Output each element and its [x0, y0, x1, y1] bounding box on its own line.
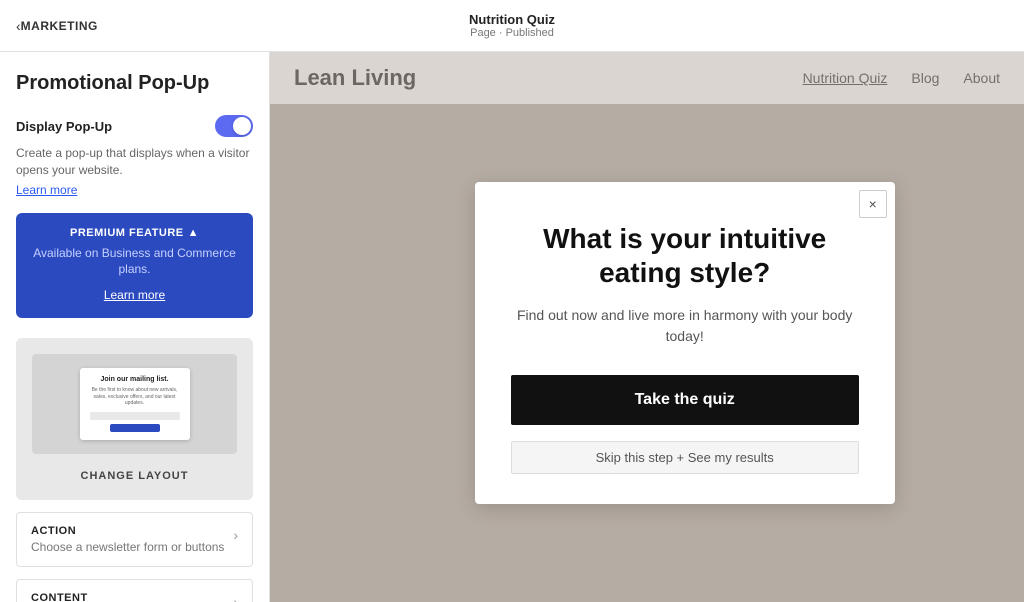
star-icon: ▲: [188, 227, 199, 239]
display-popup-label: Display Pop-Up: [16, 119, 112, 134]
popup-close-button[interactable]: ×: [859, 190, 887, 218]
popup-skip-link[interactable]: Skip this step + See my results: [511, 441, 859, 474]
popup-modal: × What is your intuitive eating style? F…: [475, 182, 895, 504]
sidebar: Promotional Pop-Up Display Pop-Up Create…: [0, 52, 270, 602]
back-label[interactable]: MARKETING: [21, 19, 98, 33]
layout-preview-inner: Join our mailing list. Be the first to k…: [32, 354, 237, 454]
action-chevron-icon: ›: [233, 527, 238, 543]
popup-heading: What is your intuitive eating style?: [511, 222, 859, 289]
action-section-desc: Choose a newsletter form or buttons: [31, 540, 224, 554]
content-section-title: CONTENT: [31, 592, 157, 602]
content-chevron-icon: ›: [233, 594, 238, 602]
main-layout: Promotional Pop-Up Display Pop-Up Create…: [0, 52, 1024, 602]
premium-banner-desc: Available on Business and Commerce plans…: [32, 245, 237, 279]
page-info: Nutrition Quiz Page · Published: [469, 12, 555, 39]
content-section[interactable]: CONTENT Add a headline and text ›: [16, 579, 253, 602]
premium-banner-title: PREMIUM FEATURE ▲: [32, 227, 237, 239]
sidebar-title: Promotional Pop-Up: [16, 72, 253, 95]
page-title: Nutrition Quiz: [469, 12, 555, 27]
mini-popup-input-preview: [90, 412, 180, 420]
content-section-content: CONTENT Add a headline and text: [31, 592, 157, 602]
action-section-title: ACTION: [31, 525, 224, 537]
display-popup-toggle[interactable]: [215, 115, 253, 137]
learn-more-link[interactable]: Learn more: [16, 183, 253, 197]
display-popup-row: Display Pop-Up: [16, 115, 253, 137]
top-bar: ‹ MARKETING Nutrition Quiz Page · Publis…: [0, 0, 1024, 52]
mini-popup-text: Be the first to know about new arrivals,…: [90, 387, 180, 407]
mini-popup-title: Join our mailing list.: [90, 376, 180, 383]
premium-learn-more-link[interactable]: Learn more: [104, 288, 165, 302]
layout-preview-container: Join our mailing list. Be the first to k…: [16, 338, 253, 500]
premium-banner: PREMIUM FEATURE ▲ Available on Business …: [16, 213, 253, 319]
display-popup-description: Create a pop-up that displays when a vis…: [16, 145, 253, 179]
preview-area: Lean Living Nutrition Quiz Blog About × …: [270, 52, 1024, 602]
popup-cta-button[interactable]: Take the quiz: [511, 375, 859, 425]
back-navigation[interactable]: ‹ MARKETING: [0, 18, 98, 34]
action-section-content: ACTION Choose a newsletter form or butto…: [31, 525, 224, 554]
page-subtitle: Page · Published: [469, 27, 555, 39]
mini-popup-preview: Join our mailing list. Be the first to k…: [80, 368, 190, 440]
mini-popup-button-preview: [110, 424, 160, 432]
popup-subtext: Find out now and live more in harmony wi…: [511, 305, 859, 347]
toggle-knob: [233, 117, 251, 135]
action-section[interactable]: ACTION Choose a newsletter form or butto…: [16, 512, 253, 567]
change-layout-button[interactable]: CHANGE LAYOUT: [32, 466, 237, 482]
